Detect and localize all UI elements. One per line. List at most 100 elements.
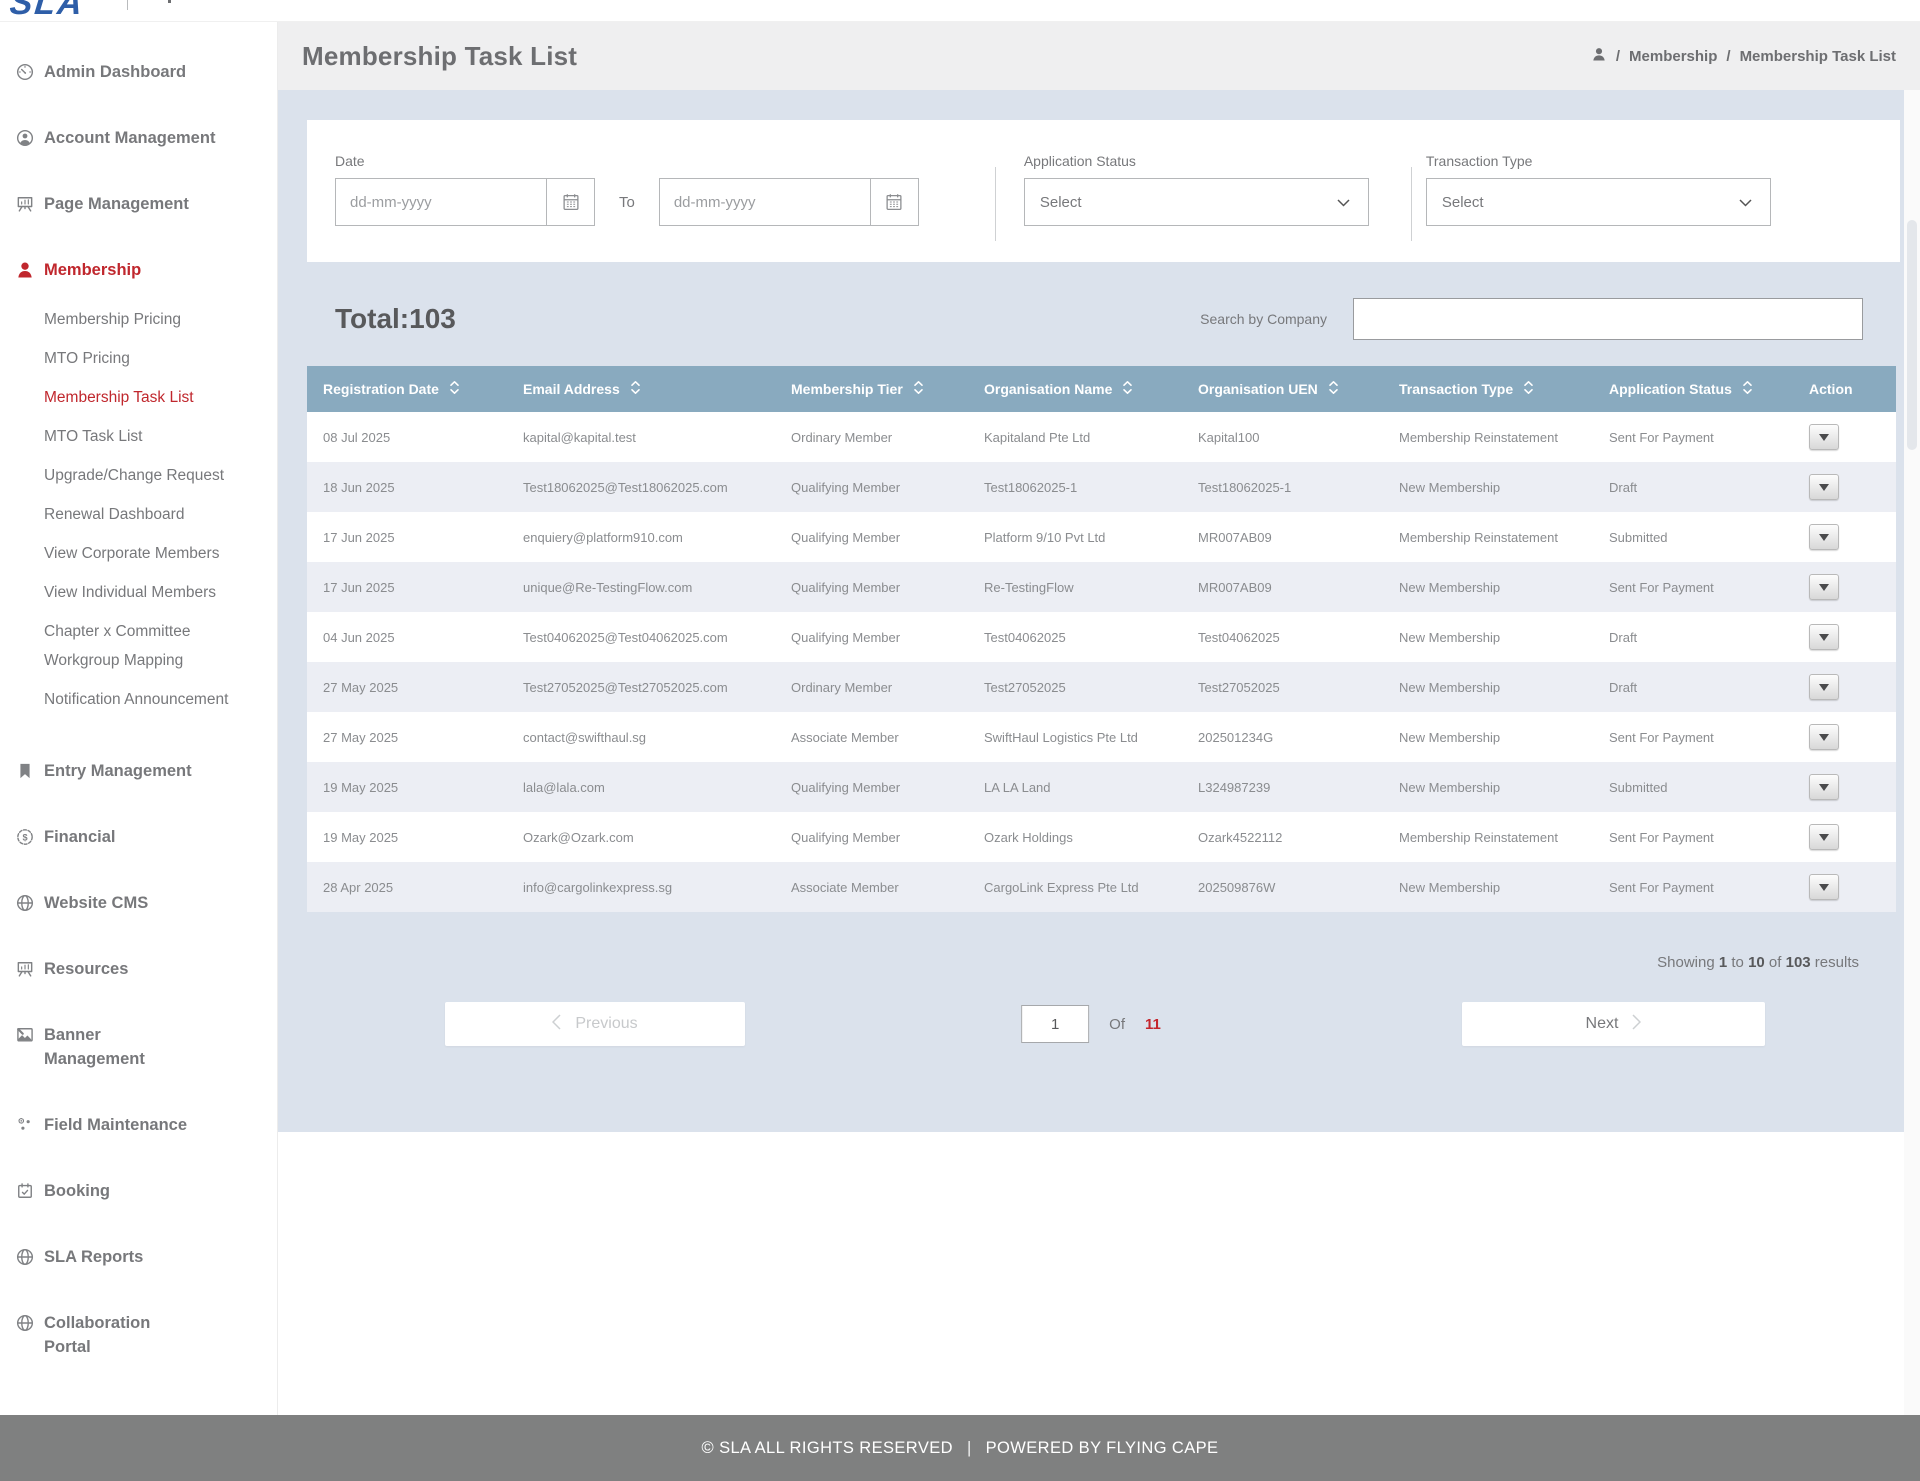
image-icon bbox=[15, 1023, 35, 1047]
cell-registration-date: 08 Jul 2025 bbox=[307, 412, 507, 462]
sidebar-item-membership[interactable]: Membership bbox=[0, 258, 277, 282]
sort-icon[interactable] bbox=[1523, 380, 1534, 398]
transaction-type-group: Transaction Type Select bbox=[1426, 153, 1771, 226]
page-title: Membership Task List bbox=[302, 41, 577, 72]
summary-row: Total:103 Search by Company bbox=[335, 298, 1863, 340]
column-header-transaction-type[interactable]: Transaction Type bbox=[1383, 366, 1593, 412]
column-header-organisation-uen[interactable]: Organisation UEN bbox=[1182, 366, 1383, 412]
date-to-placeholder: dd-mm-yyyy bbox=[660, 179, 870, 225]
caret-down-icon bbox=[1819, 584, 1829, 591]
row-action-button[interactable] bbox=[1809, 424, 1839, 450]
next-page-button[interactable]: Next bbox=[1462, 1002, 1765, 1046]
row-action-button[interactable] bbox=[1809, 874, 1839, 900]
sort-icon[interactable] bbox=[1122, 380, 1133, 398]
cell-organisation-name: SwiftHaul Logistics Pte Ltd bbox=[968, 712, 1182, 762]
sidebar-subitem-mto-task-list[interactable]: MTO Task List bbox=[44, 417, 277, 456]
sort-icon[interactable] bbox=[913, 380, 924, 398]
sidebar-item-label: Entry Management bbox=[44, 759, 192, 783]
cell-membership-tier: Associate Member bbox=[775, 862, 968, 912]
financial-icon: $ bbox=[15, 825, 35, 849]
cell-registration-date: 28 Apr 2025 bbox=[307, 862, 507, 912]
page-number-input[interactable] bbox=[1021, 1005, 1089, 1043]
sidebar-subitem-view-individual-members[interactable]: View Individual Members bbox=[44, 573, 277, 612]
sidebar-subitem-renewal-dashboard[interactable]: Renewal Dashboard bbox=[44, 495, 277, 534]
cell-organisation-uen: L324987239 bbox=[1182, 762, 1383, 812]
calendar-icon[interactable] bbox=[870, 179, 918, 225]
footer: © SLA ALL RIGHTS RESERVED | POWERED BY F… bbox=[0, 1415, 1920, 1481]
cell-organisation-uen: Test27052025 bbox=[1182, 662, 1383, 712]
row-action-button[interactable] bbox=[1809, 574, 1839, 600]
cell-membership-tier: Associate Member bbox=[775, 712, 968, 762]
sidebar-item-website-cms[interactable]: Website CMS bbox=[0, 891, 277, 915]
calendar-icon[interactable] bbox=[546, 179, 594, 225]
sidebar-subitem-chapter-x-committee-workgroup-mapping[interactable]: Chapter x Committee Workgroup Mapping bbox=[44, 612, 277, 680]
caret-down-icon bbox=[1819, 784, 1829, 791]
date-from-input[interactable]: dd-mm-yyyy bbox=[335, 178, 595, 226]
sidebar-item-booking[interactable]: Booking bbox=[0, 1179, 277, 1203]
cell-transaction-type: New Membership bbox=[1383, 562, 1593, 612]
copyright-text: © SLA ALL RIGHTS RESERVED bbox=[702, 1439, 953, 1458]
row-action-button[interactable] bbox=[1809, 474, 1839, 500]
row-action-button[interactable] bbox=[1809, 724, 1839, 750]
scrollbar[interactable] bbox=[1904, 90, 1920, 1415]
sort-icon[interactable] bbox=[1328, 380, 1339, 398]
app-logo[interactable]: SLA bbox=[8, 0, 86, 22]
column-label: Organisation UEN bbox=[1198, 381, 1318, 397]
sidebar-item-sla-reports[interactable]: SLA Reports bbox=[0, 1245, 277, 1269]
topbar: SLA bbox=[0, 0, 1920, 22]
breadcrumb-separator: / bbox=[1726, 48, 1730, 65]
sidebar-item-field-maintenance[interactable]: Field Maintenance bbox=[0, 1113, 277, 1137]
cell-email-address: info@cargolinkexpress.sg bbox=[507, 862, 775, 912]
application-status-label: Application Status bbox=[1024, 153, 1369, 169]
row-action-button[interactable] bbox=[1809, 674, 1839, 700]
date-to-input[interactable]: dd-mm-yyyy bbox=[659, 178, 919, 226]
row-action-button[interactable] bbox=[1809, 524, 1839, 550]
membership-task-table: Registration DateEmail AddressMembership… bbox=[307, 366, 1896, 912]
caret-down-icon bbox=[1819, 734, 1829, 741]
column-header-registration-date[interactable]: Registration Date bbox=[307, 366, 507, 412]
row-action-button[interactable] bbox=[1809, 624, 1839, 650]
sidebar-subitem-membership-pricing[interactable]: Membership Pricing bbox=[44, 300, 277, 339]
sidebar-subitem-view-corporate-members[interactable]: View Corporate Members bbox=[44, 534, 277, 573]
sort-icon[interactable] bbox=[1742, 380, 1753, 398]
sidebar-subitem-upgrade-change-request[interactable]: Upgrade/Change Request bbox=[44, 456, 277, 495]
results-total: 103 bbox=[1786, 954, 1811, 971]
sidebar-item-account-management[interactable]: Account Management bbox=[0, 126, 277, 150]
table-row: 18 Jun 2025Test18062025@Test18062025.com… bbox=[307, 462, 1896, 512]
sort-icon[interactable] bbox=[449, 380, 460, 398]
application-status-select[interactable]: Select bbox=[1024, 178, 1369, 226]
column-header-application-status[interactable]: Application Status bbox=[1593, 366, 1793, 412]
table-row: 08 Jul 2025kapital@kapital.testOrdinary … bbox=[307, 412, 1896, 462]
sidebar-subitem-mto-pricing[interactable]: MTO Pricing bbox=[44, 339, 277, 378]
sidebar-subitem-notification-announcement[interactable]: Notification Announcement bbox=[44, 680, 277, 719]
column-header-membership-tier[interactable]: Membership Tier bbox=[775, 366, 968, 412]
sort-icon[interactable] bbox=[630, 380, 641, 398]
scrollbar-thumb[interactable] bbox=[1907, 220, 1917, 450]
column-header-email-address[interactable]: Email Address bbox=[507, 366, 775, 412]
page-header: Membership Task List /Membership/Members… bbox=[278, 22, 1920, 90]
sidebar-subitem-membership-task-list[interactable]: Membership Task List bbox=[44, 378, 277, 417]
cell-organisation-uen: 202509876W bbox=[1182, 862, 1383, 912]
row-action-button[interactable] bbox=[1809, 824, 1839, 850]
sidebar-item-collaboration-portal[interactable]: Collaboration Portal bbox=[0, 1311, 277, 1359]
total-pages: 11 bbox=[1145, 1016, 1161, 1033]
page-of-label: Of bbox=[1109, 1016, 1125, 1033]
sidebar-item-page-management[interactable]: Page Management bbox=[0, 192, 277, 216]
company-search-input[interactable] bbox=[1353, 298, 1863, 340]
sidebar-item-financial[interactable]: $Financial bbox=[0, 825, 277, 849]
transaction-type-label: Transaction Type bbox=[1426, 153, 1771, 169]
total-count: Total:103 bbox=[335, 303, 456, 335]
sidebar-item-banner-management[interactable]: Banner Management bbox=[0, 1023, 277, 1071]
cell-membership-tier: Qualifying Member bbox=[775, 462, 968, 512]
cell-organisation-uen: MR007AB09 bbox=[1182, 512, 1383, 562]
column-header-organisation-name[interactable]: Organisation Name bbox=[968, 366, 1182, 412]
table-row: 04 Jun 2025Test04062025@Test04062025.com… bbox=[307, 612, 1896, 662]
row-action-button[interactable] bbox=[1809, 774, 1839, 800]
sidebar-item-entry-management[interactable]: Entry Management bbox=[0, 759, 277, 783]
caret-down-icon bbox=[1819, 834, 1829, 841]
previous-page-button[interactable]: Previous bbox=[445, 1002, 745, 1046]
sidebar-item-admin-dashboard[interactable]: Admin Dashboard bbox=[0, 60, 277, 84]
breadcrumb-item-membership[interactable]: Membership bbox=[1629, 48, 1717, 65]
sidebar-item-resources[interactable]: Resources bbox=[0, 957, 277, 981]
transaction-type-select[interactable]: Select bbox=[1426, 178, 1771, 226]
